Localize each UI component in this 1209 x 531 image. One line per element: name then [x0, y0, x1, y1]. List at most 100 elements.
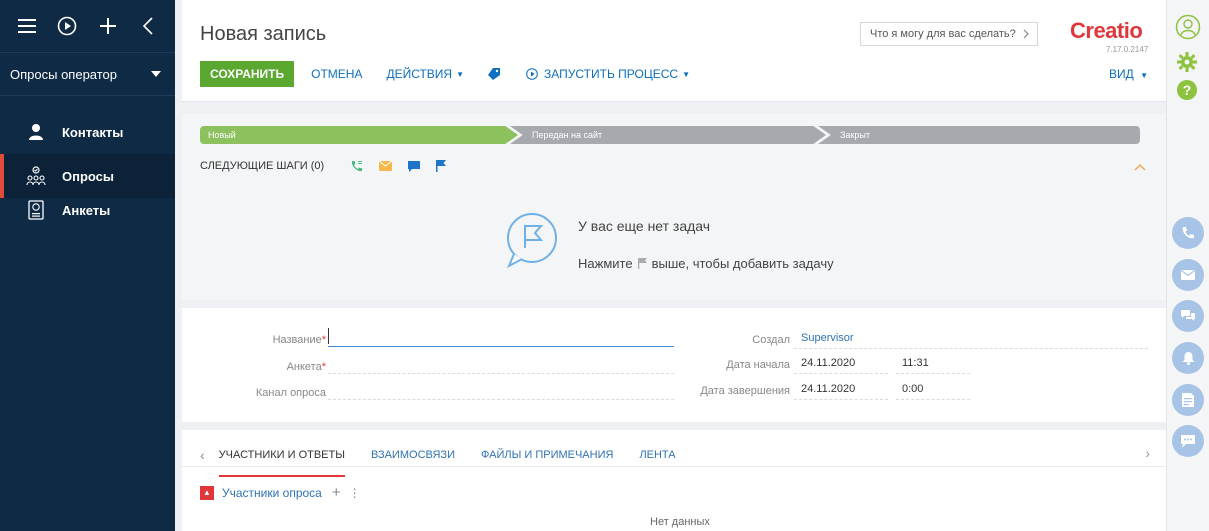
document-icon[interactable] — [1172, 384, 1204, 416]
workplace-selector[interactable]: Опросы оператор — [0, 52, 175, 96]
more-icon[interactable]: ⋮ — [349, 486, 361, 500]
save-button[interactable]: СОХРАНИТЬ — [200, 61, 295, 87]
actions-label: ДЕЙСТВИЯ — [386, 67, 453, 81]
tab-relations[interactable]: ВЗАИМОСВЯЗИ — [371, 443, 455, 467]
add-icon[interactable]: + — [332, 484, 341, 501]
actions-menu-button[interactable]: ДЕЙСТВИЯ ▼ — [386, 67, 464, 81]
user-profile-icon[interactable] — [1175, 14, 1201, 43]
no-data-text: Нет данных — [650, 516, 710, 528]
person-icon — [26, 122, 46, 142]
workplace-label: Опросы оператор — [10, 66, 118, 82]
name-field-label: Название* — [272, 334, 326, 346]
stage-bar: Новый Передан на сайт Закрыт — [200, 126, 1148, 144]
bell-icon[interactable] — [1172, 342, 1204, 374]
command-search-input[interactable]: Что я могу для вас сделать? — [860, 22, 1038, 46]
email-icon[interactable] — [379, 161, 393, 171]
run-process-label: ЗАПУСТИТЬ ПРОЦЕСС — [544, 67, 679, 81]
menu-icon[interactable] — [14, 12, 40, 40]
call-icon[interactable] — [350, 160, 363, 173]
questionnaire-lookup[interactable] — [328, 373, 674, 374]
next-steps-actions — [350, 160, 447, 173]
left-sidebar: Опросы оператор Контакты Опросы Анкеты — [0, 0, 175, 531]
stage-new[interactable]: Новый — [200, 126, 518, 144]
sidebar-top-bar — [0, 0, 175, 52]
tag-icon — [488, 68, 501, 80]
chevron-right-icon — [1023, 29, 1029, 39]
toolbar: СОХРАНИТЬ ОТМЕНА ДЕЙСТВИЯ ▼ ЗАПУСТИТЬ ПР… — [200, 61, 690, 87]
help-icon[interactable]: ? — [1177, 80, 1197, 100]
questionnaire-field-label: Анкета* — [286, 361, 326, 373]
tab-files[interactable]: ФАЙЛЫ И ПРИМЕЧАНИЯ — [481, 443, 613, 467]
sidebar-item-label: Контакты — [62, 124, 124, 140]
survey-group-icon — [26, 166, 46, 186]
tabs-panel: ‹ УЧАСТНИКИ И ОТВЕТЫ ВЗАИМОСВЯЗИ ФАЙЛЫ И… — [182, 430, 1166, 531]
flag-icon — [637, 258, 647, 269]
phone-icon[interactable] — [1172, 217, 1204, 249]
email-icon[interactable] — [1172, 259, 1204, 291]
start-date-field[interactable] — [794, 373, 888, 374]
created-by-value[interactable]: Supervisor — [801, 332, 854, 344]
gear-icon[interactable] — [1177, 52, 1197, 75]
flag-icon[interactable] — [436, 160, 447, 172]
empty-tasks-hint: Нажмите выше, чтобы добавить задачу — [578, 256, 834, 271]
view-menu-button[interactable]: ВИД ▼ — [1109, 67, 1148, 81]
stage-sent-to-site[interactable]: Передан на сайт — [510, 126, 826, 144]
view-label: ВИД — [1108, 67, 1134, 81]
end-date-value[interactable]: 24.11.2020 — [801, 383, 855, 395]
chat-icon[interactable] — [408, 160, 421, 172]
plus-icon[interactable] — [95, 12, 121, 40]
chevron-left-icon[interactable]: ‹ — [200, 447, 205, 463]
hint-prefix: Нажмите — [578, 256, 633, 271]
name-input[interactable] — [328, 346, 674, 347]
text-cursor — [328, 328, 329, 344]
end-time-field[interactable] — [896, 399, 970, 400]
created-by-label: Создал — [752, 334, 790, 346]
empty-tasks-illustration — [496, 206, 566, 276]
tab-participants[interactable]: УЧАСТНИКИ И ОТВЕТЫ — [218, 443, 346, 477]
play-icon[interactable] — [54, 12, 80, 40]
sidebar-item-contacts[interactable]: Контакты — [0, 110, 175, 154]
cancel-button[interactable]: ОТМЕНА — [311, 67, 362, 81]
play-circle-icon — [526, 68, 538, 80]
message-icon[interactable] — [1172, 425, 1204, 457]
tab-divider — [182, 466, 1166, 467]
hint-suffix: выше, чтобы добавить задачу — [651, 256, 834, 271]
end-date-label: Дата завершения — [700, 385, 790, 397]
chat-icon[interactable] — [1172, 300, 1204, 332]
start-time-field[interactable] — [896, 373, 970, 374]
end-time-value[interactable]: 0:00 — [902, 383, 923, 395]
next-steps-label: СЛЕДУЮЩИЕ ШАГИ (0) — [200, 160, 325, 172]
next-steps-header: СЛЕДУЮЩИЕ ШАГИ (0) — [200, 158, 447, 174]
channel-field-label: Канал опроса — [255, 387, 326, 399]
chevron-down-icon: ▼ — [456, 69, 465, 79]
stage-panel: Новый Передан на сайт Закрыт СЛЕДУЮЩИЕ Ш… — [182, 114, 1166, 300]
start-date-label: Дата начала — [726, 359, 790, 371]
chevron-down-icon: ▼ — [682, 69, 690, 79]
channel-lookup[interactable] — [328, 399, 674, 400]
start-date-value[interactable]: 24.11.2020 — [801, 357, 855, 369]
right-communication-panel: ? — [1166, 0, 1209, 531]
chevron-down-icon: ▼ — [1140, 71, 1148, 80]
search-placeholder: Что я могу для вас сделать? — [870, 28, 1016, 40]
sidebar-item-label: Анкеты — [62, 202, 111, 218]
tab-feed[interactable]: ЛЕНТА — [639, 443, 675, 467]
page-title: Новая запись — [200, 23, 327, 45]
empty-tasks-title: У вас еще нет задач — [578, 218, 711, 234]
participants-detail-header: ▲ Участники опроса + ⋮ — [200, 484, 361, 501]
created-by-field — [794, 348, 1148, 349]
collapse-toggle-icon[interactable]: ▲ — [200, 485, 214, 500]
start-time-value[interactable]: 11:31 — [902, 357, 929, 369]
chevron-right-icon[interactable]: › — [1145, 445, 1150, 461]
detail-title[interactable]: Участники опроса — [222, 486, 322, 500]
sidebar-item-questionnaires[interactable]: Анкеты — [0, 188, 175, 232]
creatio-logo: Creatio — [1070, 18, 1143, 43]
cancel-label: ОТМЕНА — [311, 67, 363, 81]
run-process-button[interactable]: ЗАПУСТИТЬ ПРОЦЕСС ▼ — [526, 67, 690, 81]
tag-button[interactable] — [488, 68, 501, 80]
main-content: Новая запись Что я могу для вас сделать?… — [182, 0, 1166, 531]
collapse-left-icon[interactable] — [135, 12, 161, 40]
end-date-field[interactable] — [794, 399, 888, 400]
chevron-down-icon — [151, 71, 161, 77]
chevron-up-icon[interactable] — [1134, 160, 1146, 174]
stage-closed[interactable]: Закрыт — [818, 126, 1140, 144]
